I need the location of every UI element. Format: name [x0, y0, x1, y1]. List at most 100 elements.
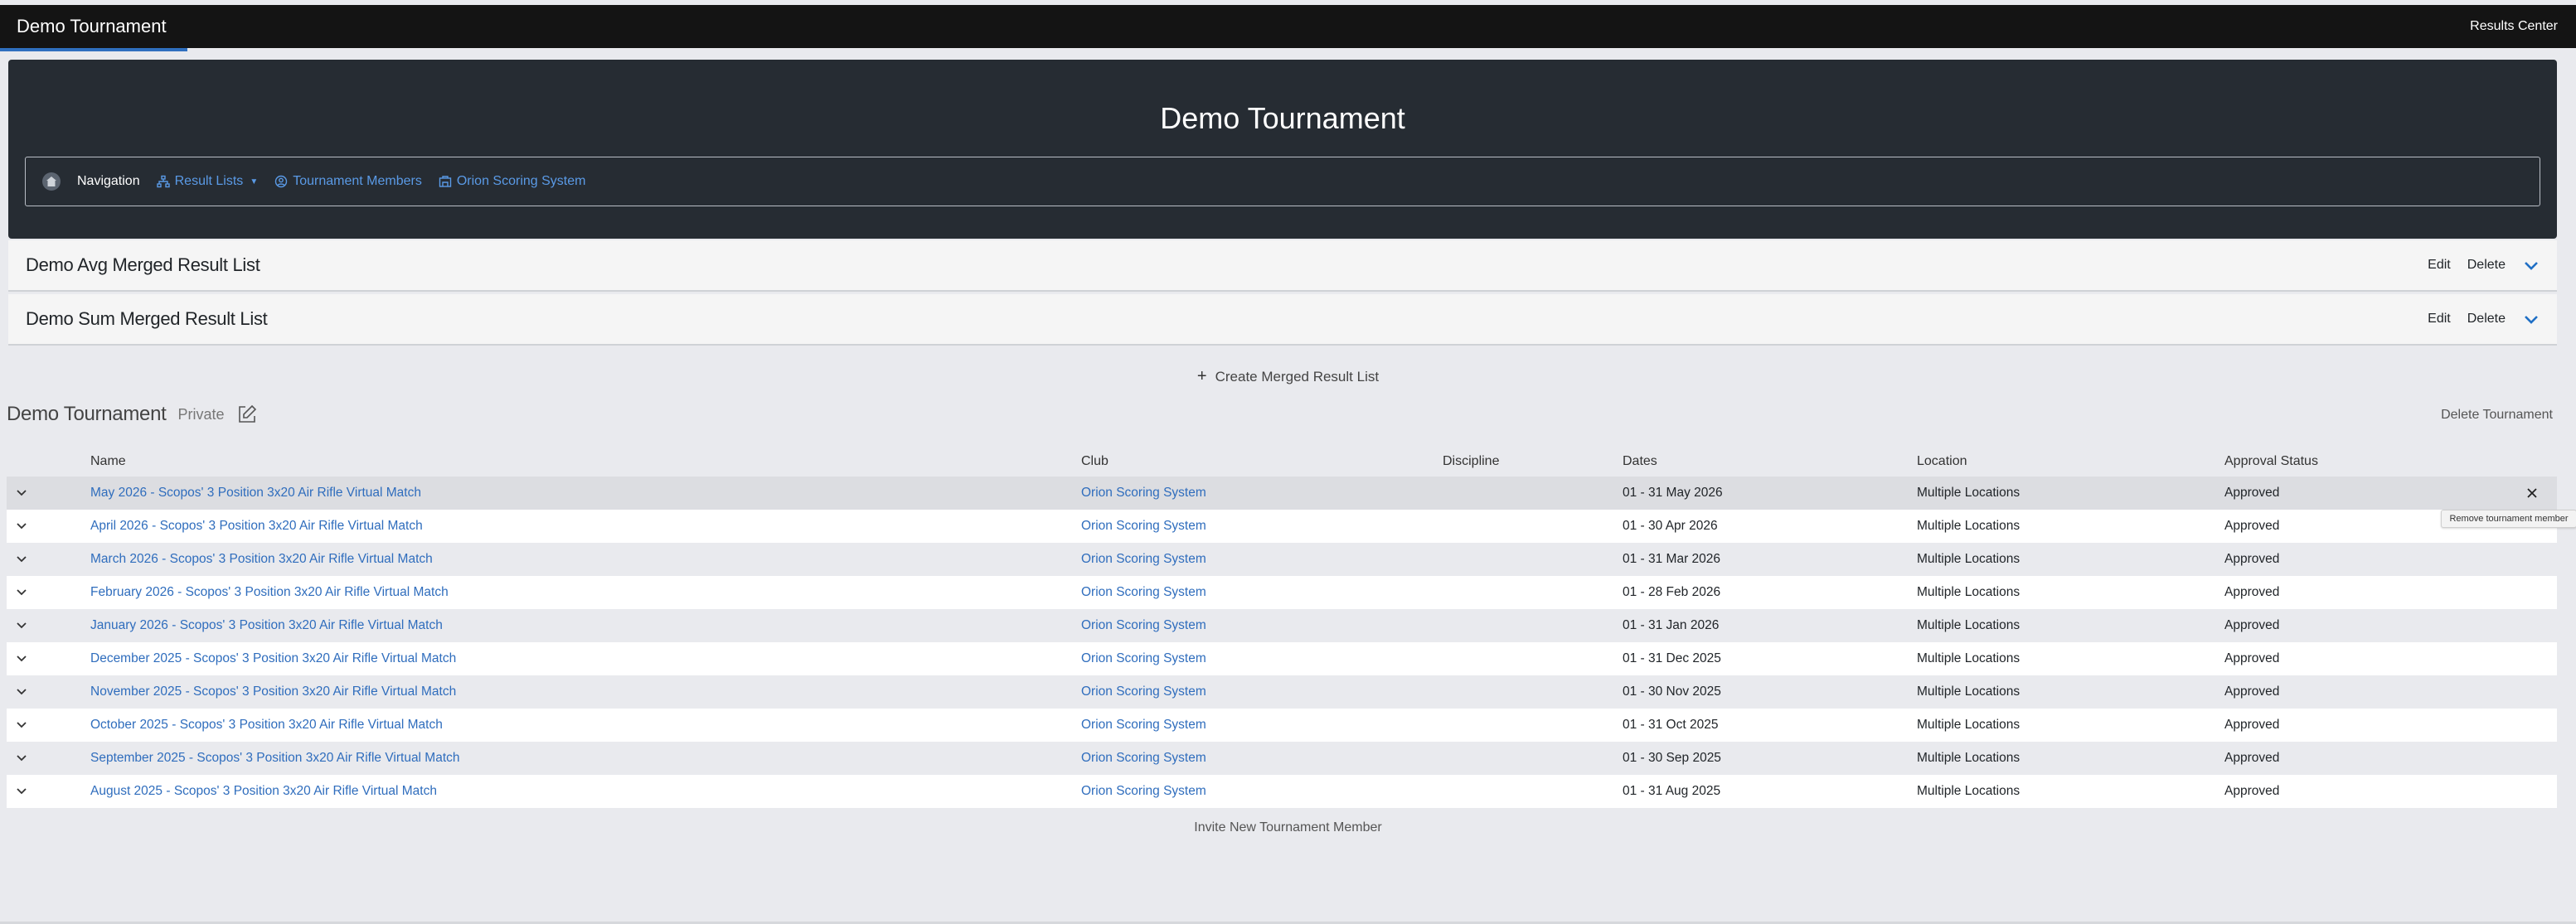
brand-title[interactable]: Demo Tournament: [17, 16, 167, 37]
match-name-link[interactable]: August 2025 - Scopos' 3 Position 3x20 Ai…: [90, 784, 437, 799]
result-lists-dropdown[interactable]: Result Lists ▼: [156, 174, 259, 189]
club-link[interactable]: Orion Scoring System: [1081, 751, 1206, 766]
approval-cell: Approved: [2224, 486, 2280, 500]
delete-button[interactable]: Delete: [2467, 312, 2506, 327]
club-link[interactable]: Orion Scoring System: [1081, 519, 1206, 534]
orion-scoring-link[interactable]: Orion Scoring System: [439, 174, 586, 189]
table-row[interactable]: October 2025 - Scopos' 3 Position 3x20 A…: [7, 709, 2557, 742]
invite-new-member-button[interactable]: Invite New Tournament Member: [0, 820, 2576, 835]
column-header-dates: Dates: [1623, 454, 1657, 468]
tournament-members-label: Tournament Members: [293, 174, 422, 188]
create-merged-result-list-button[interactable]: + Create Merged Result List: [0, 367, 2576, 386]
dates-cell: 01 - 31 Oct 2025: [1623, 718, 1719, 732]
match-name-link[interactable]: March 2026 - Scopos' 3 Position 3x20 Air…: [90, 552, 433, 567]
tournament-title: Demo Tournament: [7, 403, 167, 425]
dates-cell: 01 - 30 Sep 2025: [1623, 751, 1721, 765]
chevron-down-icon[interactable]: [2522, 310, 2540, 328]
chevron-down-icon[interactable]: [15, 752, 28, 764]
match-name-link[interactable]: December 2025 - Scopos' 3 Position 3x20 …: [90, 651, 456, 666]
delete-tournament-button[interactable]: Delete Tournament: [2441, 408, 2553, 423]
match-name-link[interactable]: November 2025 - Scopos' 3 Position 3x20 …: [90, 685, 456, 699]
page-title: Demo Tournament: [1160, 101, 1405, 135]
navigation-label: Navigation: [77, 174, 140, 188]
home-icon[interactable]: [42, 172, 61, 191]
visibility-label: Private: [177, 405, 225, 423]
dates-cell: 01 - 30 Apr 2026: [1623, 519, 1718, 533]
club-link[interactable]: Orion Scoring System: [1081, 618, 1206, 633]
chevron-down-icon[interactable]: [2522, 256, 2540, 274]
approval-cell: Approved: [2224, 784, 2280, 798]
merged-list-item[interactable]: Demo Avg Merged Result List Edit Delete: [8, 240, 2557, 292]
location-cell: Multiple Locations: [1917, 618, 2021, 632]
edit-button[interactable]: Edit: [2428, 312, 2451, 327]
club-link[interactable]: Orion Scoring System: [1081, 651, 1206, 666]
approval-cell: Approved: [2224, 718, 2280, 732]
club-link[interactable]: Orion Scoring System: [1081, 585, 1206, 600]
club-link[interactable]: Orion Scoring System: [1081, 784, 1206, 799]
match-name-link[interactable]: April 2026 - Scopos' 3 Position 3x20 Air…: [90, 519, 423, 534]
dates-cell: 01 - 31 Dec 2025: [1623, 651, 1721, 665]
dates-cell: 01 - 30 Nov 2025: [1623, 685, 1721, 699]
chevron-down-icon[interactable]: [15, 487, 28, 499]
approval-cell: Approved: [2224, 651, 2280, 665]
table-row[interactable]: January 2026 - Scopos' 3 Position 3x20 A…: [7, 609, 2557, 642]
table-row[interactable]: September 2025 - Scopos' 3 Position 3x20…: [7, 742, 2557, 775]
location-cell: Multiple Locations: [1917, 685, 2021, 699]
chevron-down-icon[interactable]: [15, 620, 28, 631]
table-row[interactable]: November 2025 - Scopos' 3 Position 3x20 …: [7, 675, 2557, 709]
merged-list-item[interactable]: Demo Sum Merged Result List Edit Delete: [8, 294, 2557, 346]
tournament-section-header: Demo Tournament Private: [7, 403, 258, 426]
chevron-down-icon[interactable]: [15, 587, 28, 598]
club-link[interactable]: Orion Scoring System: [1081, 685, 1206, 699]
table-row[interactable]: August 2025 - Scopos' 3 Position 3x20 Ai…: [7, 775, 2557, 808]
match-name-link[interactable]: October 2025 - Scopos' 3 Position 3x20 A…: [90, 718, 443, 733]
chevron-down-icon[interactable]: [15, 554, 28, 565]
plus-icon: +: [1196, 367, 1207, 385]
location-cell: Multiple Locations: [1917, 718, 2021, 732]
chevron-down-icon[interactable]: [15, 686, 28, 698]
dates-cell: 01 - 31 Aug 2025: [1623, 784, 1721, 798]
location-cell: Multiple Locations: [1917, 585, 2021, 599]
caret-down-icon: ▼: [250, 177, 259, 186]
close-icon[interactable]: [2525, 486, 2539, 500]
delete-button[interactable]: Delete: [2467, 258, 2506, 273]
table-row[interactable]: February 2026 - Scopos' 3 Position 3x20 …: [7, 576, 2557, 609]
club-link[interactable]: Orion Scoring System: [1081, 486, 1206, 501]
approval-cell: Approved: [2224, 519, 2280, 533]
approval-cell: Approved: [2224, 552, 2280, 566]
edit-button[interactable]: Edit: [2428, 258, 2451, 273]
dates-cell: 01 - 31 May 2026: [1623, 486, 1723, 500]
table-row[interactable]: December 2025 - Scopos' 3 Position 3x20 …: [7, 642, 2557, 675]
club-link[interactable]: Orion Scoring System: [1081, 718, 1206, 733]
column-header-location: Location: [1917, 454, 1967, 468]
chevron-down-icon[interactable]: [15, 786, 28, 797]
orion-scoring-label: Orion Scoring System: [456, 174, 586, 188]
user-circle-icon: [275, 175, 288, 188]
club-link[interactable]: Orion Scoring System: [1081, 552, 1206, 567]
edit-icon[interactable]: [236, 404, 258, 425]
match-name-link[interactable]: February 2026 - Scopos' 3 Position 3x20 …: [90, 585, 449, 600]
building-icon: [439, 176, 452, 187]
approval-cell: Approved: [2224, 685, 2280, 699]
tournament-members-link[interactable]: Tournament Members: [274, 174, 422, 189]
chevron-down-icon[interactable]: [15, 520, 28, 532]
merged-list-title: Demo Avg Merged Result List: [26, 254, 260, 275]
table-row[interactable]: May 2026 - Scopos' 3 Position 3x20 Air R…: [7, 477, 2557, 510]
column-header-discipline: Discipline: [1443, 454, 1500, 468]
match-name-link[interactable]: May 2026 - Scopos' 3 Position 3x20 Air R…: [90, 486, 421, 501]
results-center-link[interactable]: Results Center: [2470, 19, 2558, 34]
loading-progress-bar: [0, 48, 187, 51]
chevron-down-icon[interactable]: [15, 653, 28, 665]
location-cell: Multiple Locations: [1917, 486, 2021, 500]
dates-cell: 01 - 31 Jan 2026: [1623, 618, 1720, 632]
table-row[interactable]: April 2026 - Scopos' 3 Position 3x20 Air…: [7, 510, 2557, 543]
table-row[interactable]: March 2026 - Scopos' 3 Position 3x20 Air…: [7, 543, 2557, 576]
match-name-link[interactable]: September 2025 - Scopos' 3 Position 3x20…: [90, 751, 460, 766]
tournament-members-table: May 2026 - Scopos' 3 Position 3x20 Air R…: [7, 477, 2557, 808]
location-cell: Multiple Locations: [1917, 651, 2021, 665]
column-header-name: Name: [90, 454, 126, 468]
create-merged-label: Create Merged Result List: [1215, 368, 1380, 385]
chevron-down-icon[interactable]: [15, 719, 28, 731]
column-header-club: Club: [1081, 454, 1109, 468]
match-name-link[interactable]: January 2026 - Scopos' 3 Position 3x20 A…: [90, 618, 443, 633]
